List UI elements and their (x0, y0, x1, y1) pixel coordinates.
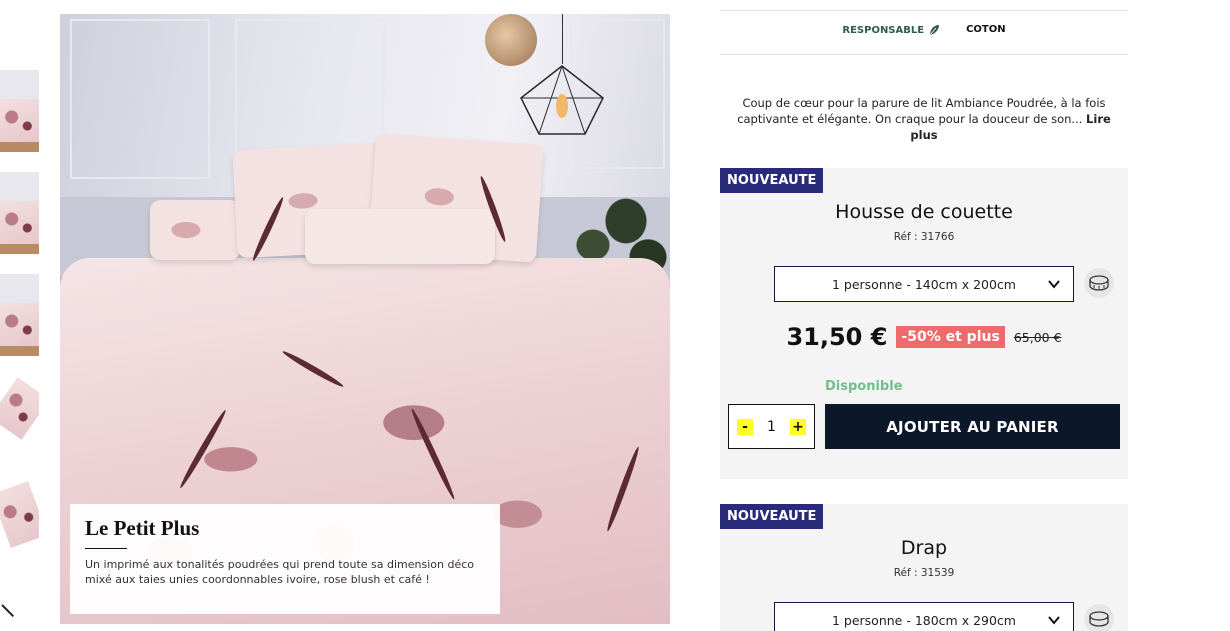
tag-material: COTON (966, 24, 1006, 35)
product-card-sheet: NOUVEAUTE Drap Réf : 31539 1 personne - … (720, 504, 1128, 631)
chevron-down-icon (1048, 616, 1060, 625)
description-text: Coup de cœur pour la parure de lit Ambia… (737, 96, 1106, 126)
product-title: Housse de couette (835, 201, 1013, 223)
thumbnail-4[interactable] (0, 376, 39, 458)
thumbnail-5[interactable] (0, 478, 39, 560)
size-select-value: 1 personne - 180cm x 290cm (831, 612, 1016, 628)
thumbnail-3[interactable] (0, 274, 39, 356)
quantity-stepper: - 1 + (728, 404, 815, 449)
new-badge: NOUVEAUTE (720, 504, 824, 529)
discount-badge: -50% et plus (896, 326, 1005, 348)
new-badge: NOUVEAUTE (720, 168, 824, 193)
tape-measure-icon (1089, 275, 1109, 291)
thumbnail-2[interactable] (0, 172, 39, 254)
current-price: 31,50 € (786, 323, 888, 351)
thumbnail-strip (0, 0, 42, 631)
stock-status: Disponible (825, 379, 903, 394)
size-guide-button[interactable] (1084, 268, 1114, 298)
petit-plus-box: Le Petit Plus Un imprimé aux tonalités p… (70, 504, 500, 614)
petit-plus-title: Le Petit Plus (85, 516, 200, 540)
old-price: 65,00 € (1013, 329, 1062, 345)
petit-plus-text: Un imprimé aux tonalités poudrées qui pr… (85, 558, 474, 586)
quantity-decrease-button[interactable]: - (737, 418, 753, 435)
divider-top (720, 10, 1128, 11)
price-row: 31,50 € -50% et plus 65,00 € (720, 323, 1128, 351)
tape-measure-icon (1089, 611, 1109, 627)
pendant-lamp-glass (485, 14, 537, 66)
leaf-icon (929, 25, 940, 36)
size-guide-button[interactable] (1084, 604, 1114, 631)
product-ref: Réf : 31539 (893, 567, 955, 579)
quantity-increase-button[interactable]: + (789, 418, 806, 435)
chevron-down-icon (1048, 280, 1060, 289)
add-to-cart-button[interactable]: AJOUTER AU PANIER (825, 404, 1120, 449)
product-main-image[interactable]: Le Petit Plus Un imprimé aux tonalités p… (60, 14, 670, 624)
pendant-lamp-cage (520, 65, 604, 135)
product-tags: RESPONSABLE COTON (720, 24, 1128, 36)
product-card-duvet-cover: NOUVEAUTE Housse de couette Réf : 31766 … (720, 168, 1128, 479)
tag-responsible-label: RESPONSABLE (842, 24, 925, 36)
petit-plus-divider (85, 548, 127, 549)
size-select[interactable]: 1 personne - 140cm x 200cm (774, 266, 1074, 302)
tag-responsible: RESPONSABLE (842, 24, 940, 36)
quantity-value[interactable]: 1 (767, 419, 776, 435)
product-ref: Réf : 31766 (893, 231, 955, 243)
thumbnail-next-arrow[interactable] (1, 604, 15, 618)
product-description: Coup de cœur pour la parure de lit Ambia… (722, 95, 1126, 143)
size-select-value: 1 personne - 140cm x 200cm (831, 276, 1016, 292)
thumbnail-1[interactable] (0, 70, 39, 152)
size-select[interactable]: 1 personne - 180cm x 290cm (774, 602, 1074, 631)
divider-bottom (720, 54, 1128, 55)
product-title: Drap (900, 537, 948, 559)
